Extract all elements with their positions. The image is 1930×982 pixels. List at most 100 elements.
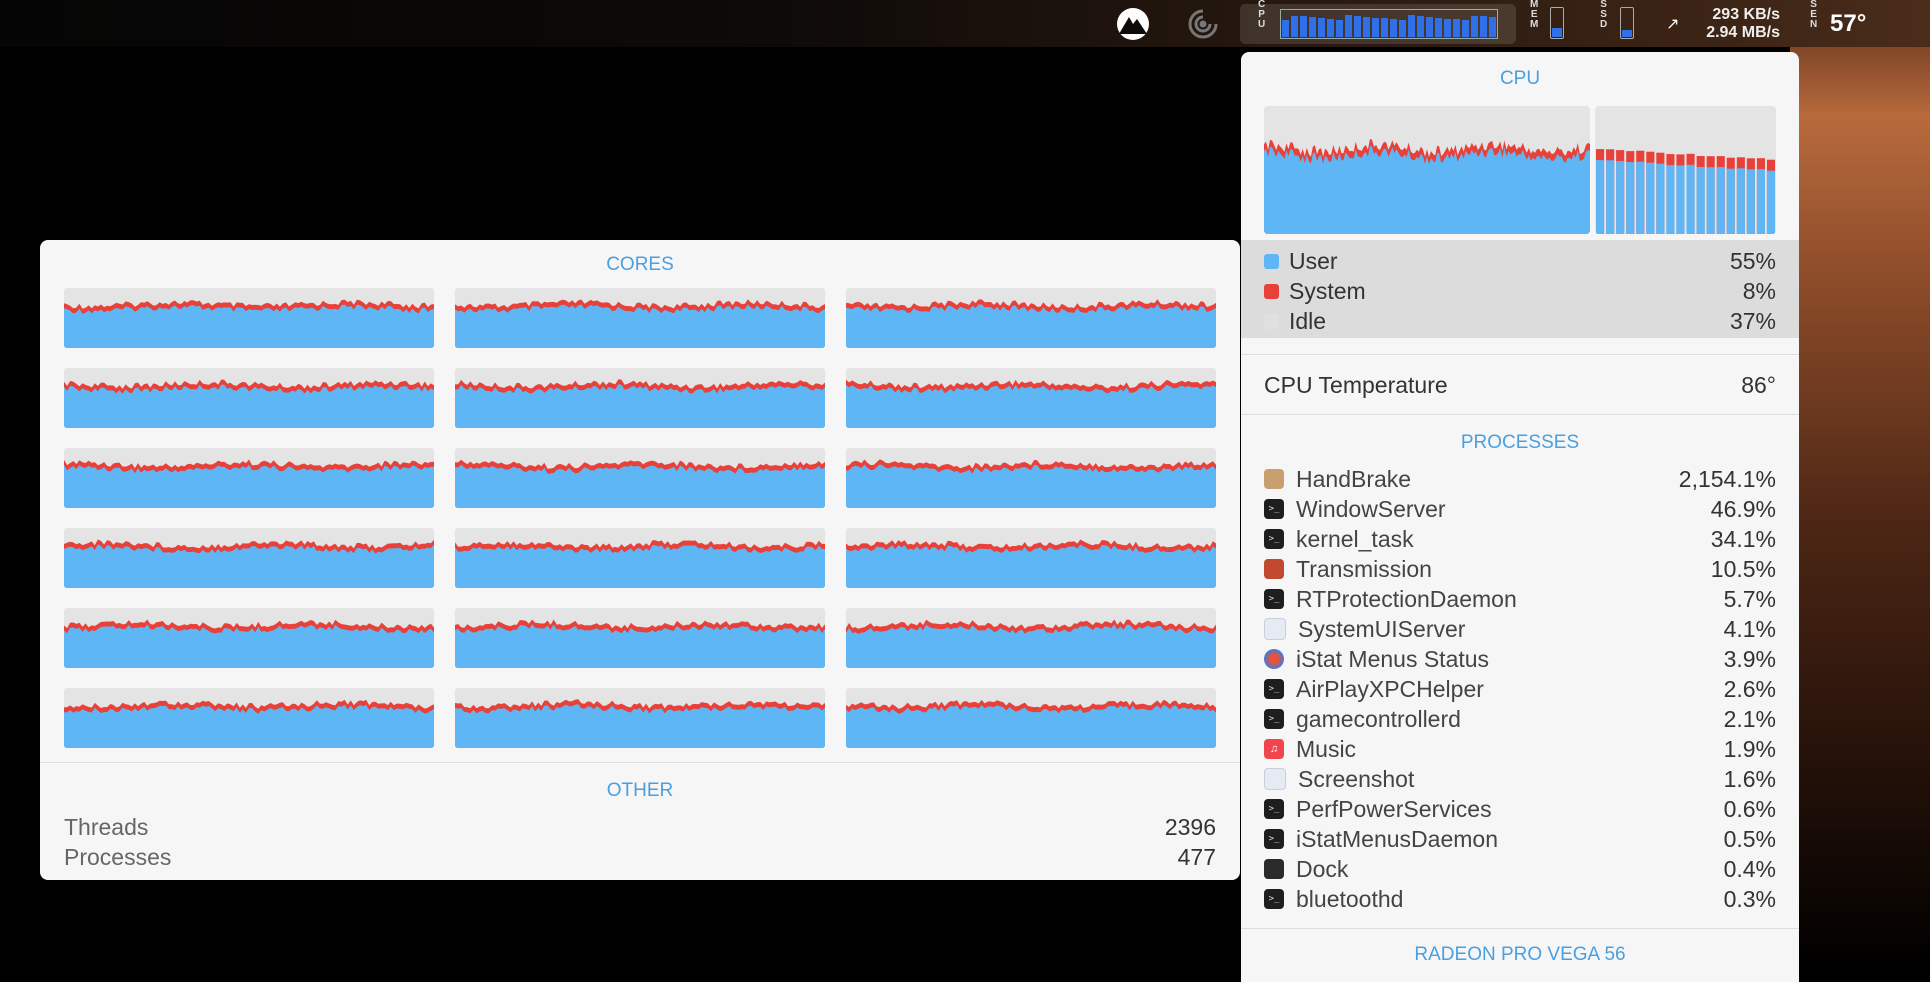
core-user-bar xyxy=(1596,160,1605,234)
cpu-menu-bar xyxy=(1426,16,1433,37)
process-row[interactable]: kernel_task 34.1% xyxy=(1264,524,1776,554)
process-name: iStat Menus Status xyxy=(1296,645,1490,672)
process-row[interactable]: PerfPowerServices 0.6% xyxy=(1264,794,1776,824)
process-row[interactable]: WindowServer 46.9% xyxy=(1264,494,1776,524)
process-cpu-value: 3.9% xyxy=(1723,645,1776,672)
process-row[interactable]: RTProtectionDaemon 5.7% xyxy=(1264,584,1776,614)
core-graph xyxy=(846,368,1216,428)
core-graph-svg xyxy=(64,539,434,588)
core-graph-svg xyxy=(455,299,825,348)
process-row[interactable]: bluetoothd 0.3% xyxy=(1264,884,1776,914)
core-graph-svg xyxy=(64,379,434,428)
core-graph xyxy=(455,608,825,668)
cores-panel: CORES OTHER Threads 2396 Processes 477 xyxy=(40,240,1240,880)
core-graph xyxy=(455,448,825,508)
music-icon: ♫ xyxy=(1264,739,1284,759)
process-row[interactable]: Dock 0.4% xyxy=(1264,854,1776,884)
cpu-menu-bar xyxy=(1282,20,1289,37)
core-user-bar xyxy=(1726,168,1735,234)
process-row[interactable]: gamecontrollerd 2.1% xyxy=(1264,704,1776,734)
process-cpu-value: 0.4% xyxy=(1723,855,1776,882)
cpu-menu-bar xyxy=(1390,19,1397,37)
divider xyxy=(40,762,1240,763)
spiral-icon[interactable] xyxy=(1186,0,1220,47)
process-row[interactable]: Screenshot 1.6% xyxy=(1264,764,1776,794)
core-user-bar xyxy=(1706,167,1715,234)
process-row[interactable]: SystemUIServer 4.1% xyxy=(1264,614,1776,644)
process-row[interactable]: AirPlayXPCHelper 2.6% xyxy=(1264,674,1776,704)
process-name: HandBrake xyxy=(1296,465,1412,492)
core-user-bar xyxy=(1746,169,1755,234)
cpu-menu-bar xyxy=(1471,15,1478,37)
dock-icon xyxy=(1264,859,1284,879)
terminal-icon xyxy=(1264,679,1284,699)
process-name: iStatMenusDaemon xyxy=(1296,825,1498,852)
core-graph xyxy=(455,368,825,428)
terminal-icon xyxy=(1264,589,1284,609)
net-up-value: 293 KB/s xyxy=(1712,5,1780,23)
legend-system: System 8% xyxy=(1264,278,1776,305)
handbrake-icon xyxy=(1264,469,1284,489)
core-user-bar xyxy=(1756,169,1765,234)
terminal-icon xyxy=(1264,829,1284,849)
core-graph xyxy=(846,608,1216,668)
core-user-bar xyxy=(1716,167,1725,234)
processes-row: Processes 477 xyxy=(64,844,1216,871)
core-graph xyxy=(64,368,434,428)
cpu-menu-label: CPU xyxy=(1258,0,1266,30)
process-name: AirPlayXPCHelper xyxy=(1296,675,1484,702)
network-arrows-icon: ↗ xyxy=(1666,15,1680,33)
threads-value: 2396 xyxy=(1164,814,1216,840)
process-name: Transmission xyxy=(1296,555,1432,582)
mem-gauge[interactable] xyxy=(1550,7,1564,39)
process-row[interactable]: Transmission 10.5% xyxy=(1264,554,1776,584)
mountain-icon[interactable] xyxy=(1114,0,1152,47)
core-graph-svg xyxy=(846,619,1216,668)
core-graph xyxy=(846,288,1216,348)
process-row[interactable]: iStatMenusDaemon 0.5% xyxy=(1264,824,1776,854)
cpu-menu-bar xyxy=(1291,15,1298,37)
cpu-menu-bar xyxy=(1345,15,1352,37)
cpu-temperature-row: CPU Temperature 86° xyxy=(1264,372,1776,399)
cpu-menu-bar xyxy=(1435,17,1442,37)
desktop-wallpaper xyxy=(1790,0,1930,968)
core-graph-svg xyxy=(64,699,434,748)
cpu-menu-bar xyxy=(1300,16,1307,37)
legend-user: User 55% xyxy=(1264,248,1776,275)
divider xyxy=(1241,414,1799,415)
cpu-menu-bar xyxy=(1489,17,1496,37)
process-name: PerfPowerServices xyxy=(1296,795,1492,822)
core-graph xyxy=(64,528,434,588)
process-name: Screenshot xyxy=(1298,765,1415,792)
cpu-menu-bar xyxy=(1363,16,1370,37)
process-row[interactable]: HandBrake 2,154.1% xyxy=(1264,464,1776,494)
core-graph-svg xyxy=(846,459,1216,508)
core-user-bar xyxy=(1606,160,1615,234)
core-user-area xyxy=(455,304,825,348)
core-graph-svg xyxy=(455,459,825,508)
process-name: SystemUIServer xyxy=(1298,615,1466,642)
process-row[interactable]: iStat Menus Status 3.9% xyxy=(1264,644,1776,674)
core-graph-svg xyxy=(846,539,1216,588)
cpu-menu-bar xyxy=(1309,17,1316,37)
process-cpu-value: 1.9% xyxy=(1723,735,1776,762)
cpu-menu-bar xyxy=(1399,19,1406,37)
process-row[interactable]: ♫ Music 1.9% xyxy=(1264,734,1776,764)
cpu-menu-bar xyxy=(1408,15,1415,37)
cpu-core-bars-svg xyxy=(1596,149,1775,234)
core-graph-svg xyxy=(64,299,434,348)
terminal-icon xyxy=(1264,709,1284,729)
divider xyxy=(1241,928,1799,929)
terminal-icon xyxy=(1264,499,1284,519)
process-cpu-value: 0.6% xyxy=(1723,795,1776,822)
core-user-area xyxy=(455,384,825,428)
core-user-bar xyxy=(1696,167,1705,234)
process-name: Music xyxy=(1296,735,1357,762)
network-menu-item[interactable]: 293 KB/s 2.94 MB/s xyxy=(1688,0,1780,47)
ssd-gauge[interactable] xyxy=(1620,7,1634,39)
core-graph-svg xyxy=(64,459,434,508)
processes-label: Processes xyxy=(64,844,172,870)
sensors-temperature[interactable]: 57° xyxy=(1830,0,1866,47)
core-graph xyxy=(455,528,825,588)
process-list: HandBrake2,154.1%WindowServer46.9%kernel… xyxy=(1264,464,1776,914)
